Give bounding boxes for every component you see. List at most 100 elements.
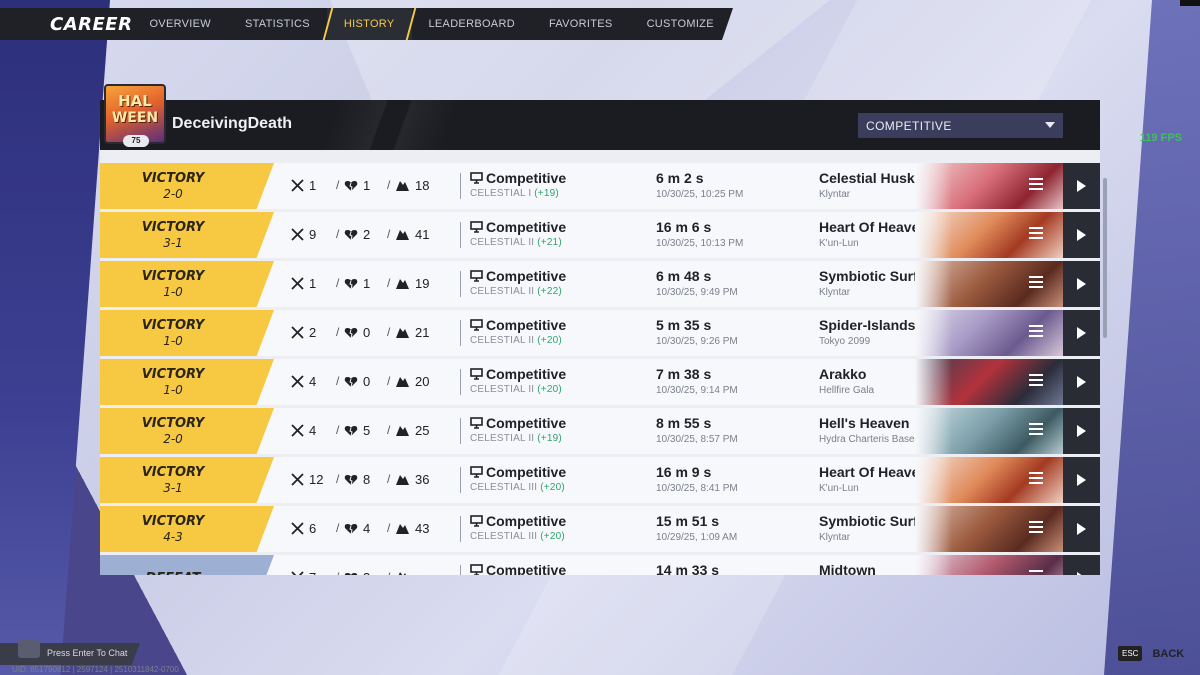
replay-play-button[interactable] [1063, 457, 1100, 503]
crossed-swords-icon [291, 473, 304, 486]
match-row[interactable]: VICTORY 3-1 12 / 8 / 36 Competitive CELE… [100, 457, 1100, 503]
replay-play-button[interactable] [1063, 408, 1100, 454]
replay-play-button[interactable] [1063, 310, 1100, 356]
kills-stat: 1 [291, 178, 316, 193]
tab-achievements[interactable]: ACHIEVEMENTS [731, 8, 733, 40]
mode-filter-value: COMPETITIVE [866, 118, 952, 133]
menu-icon[interactable] [1029, 227, 1043, 241]
map-region: Hydra Charteris Base [819, 434, 915, 445]
match-row[interactable]: VICTORY 3-1 9 / 2 / 41 Competitive CELES… [100, 212, 1100, 258]
map-region: Hellfire Gala [819, 385, 875, 396]
match-datetime: 10/30/25, 8:57 PM [656, 434, 738, 445]
deaths-value: 2 [363, 227, 371, 242]
mode-name: Competitive [486, 219, 567, 235]
tab-overview[interactable]: OVERVIEW [132, 8, 228, 40]
kills-stat: 4 [291, 423, 316, 438]
match-row[interactable]: VICTORY 4-3 6 / 4 / 43 Competitive CELES… [100, 506, 1100, 552]
helping-hand-icon [398, 572, 406, 575]
menu-icon[interactable] [1029, 521, 1043, 535]
stat-separator: / [387, 227, 391, 241]
map-name: Celestial Husk [819, 170, 915, 186]
crossed-swords-icon [291, 424, 304, 437]
replay-play-button[interactable] [1063, 555, 1100, 575]
match-result: VICTORY 2-0 [100, 163, 274, 209]
replay-play-button[interactable] [1063, 359, 1100, 405]
result-label: VICTORY [141, 220, 205, 235]
tab-leaderboard[interactable]: LEADERBOARD [412, 8, 532, 40]
deaths-stat: 0 [344, 374, 370, 389]
header-decoration [320, 100, 460, 150]
replay-play-button[interactable] [1063, 212, 1100, 258]
match-row[interactable]: VICTORY 1-0 4 / 0 / 20 Competitive CELES… [100, 359, 1100, 405]
helping-hand-icon [396, 230, 409, 240]
duration-value: 7 m 38 s [656, 366, 712, 382]
deaths-stat: 2 [344, 227, 370, 242]
stat-separator: / [387, 472, 391, 486]
tab-statistics[interactable]: STATISTICS [228, 8, 327, 40]
menu-icon[interactable] [1029, 570, 1043, 575]
monitor-icon [470, 417, 483, 429]
avatar-text: HAL [118, 92, 152, 110]
assists-value: 43 [415, 521, 430, 536]
match-row[interactable]: VICTORY 1-0 1 / 1 / 19 Competitive CELES… [100, 261, 1100, 307]
match-row[interactable]: VICTORY 2-0 1 / 1 / 18 Competitive CELES… [100, 163, 1100, 209]
match-duration: 16 m 6 s 10/30/25, 10:13 PM [656, 219, 743, 249]
stat-separator: / [387, 521, 391, 535]
replay-play-button[interactable] [1063, 261, 1100, 307]
assists-stat: 20 [395, 374, 429, 389]
result-label: VICTORY [141, 465, 205, 480]
deaths-stat: 4 [344, 521, 370, 536]
result-score: 3-1 [163, 236, 183, 250]
match-mode: Competitive CELESTIAL II (+22) [470, 268, 566, 297]
tab-history[interactable]: HISTORY [326, 8, 412, 40]
map-name: Arakko [819, 366, 867, 382]
menu-icon[interactable] [1029, 374, 1043, 388]
rank-name: CELESTIAL II [470, 433, 535, 444]
deaths-stat: 1 [344, 276, 370, 291]
match-mode: Competitive [470, 562, 566, 575]
assists-value: 21 [415, 325, 430, 340]
monitor-icon [470, 270, 483, 282]
match-row[interactable]: VICTORY 2-0 4 / 5 / 25 Competitive CELES… [100, 408, 1100, 454]
mode-name: Competitive [486, 464, 567, 480]
assists-value: 36 [415, 472, 430, 487]
stat-separator: / [336, 276, 340, 290]
play-icon [1077, 278, 1086, 290]
menu-icon[interactable] [1029, 178, 1043, 192]
rank-delta: (+21) [537, 237, 562, 248]
scrollbar[interactable] [1103, 178, 1107, 338]
fps-counter: 119 FPS [1139, 132, 1182, 144]
tab-favorites[interactable]: FAVORITES [532, 8, 630, 40]
assists-value: 41 [415, 227, 430, 242]
duration-value: 6 m 2 s [656, 170, 704, 186]
tab-customize[interactable]: CUSTOMIZE [630, 8, 731, 40]
duration-value: 16 m 6 s [656, 219, 712, 235]
monitor-icon [470, 515, 483, 527]
stat-separator: / [387, 374, 391, 388]
menu-icon[interactable] [1029, 325, 1043, 339]
monitor-icon [470, 368, 483, 380]
match-duration: 15 m 51 s 10/29/25, 1:09 AM [656, 513, 737, 543]
crossed-swords-icon [291, 571, 304, 575]
back-button[interactable]: ESC BACK [1118, 646, 1184, 661]
duration-value: 8 m 55 s [656, 415, 712, 431]
deaths-value: 0 [363, 325, 371, 340]
play-icon [1077, 474, 1086, 486]
match-row[interactable]: VICTORY 1-0 2 / 0 / 21 Competitive CELES… [100, 310, 1100, 356]
broken-heart-icon [344, 180, 358, 191]
chat-prompt: Press Enter To Chat [47, 648, 128, 658]
match-row[interactable]: DEFEAT 7 / 3 / Competitive 14 m 33 s [100, 555, 1100, 575]
replay-play-button[interactable] [1063, 506, 1100, 552]
match-datetime: 10/30/25, 9:49 PM [656, 287, 738, 298]
menu-icon[interactable] [1029, 423, 1043, 437]
menu-icon[interactable] [1029, 472, 1043, 486]
mode-filter-dropdown[interactable]: COMPETITIVE [858, 113, 1063, 138]
assists-stat: 25 [395, 423, 429, 438]
mode-name: Competitive [486, 268, 567, 284]
rank-name: CELESTIAL II [470, 237, 535, 248]
replay-play-button[interactable] [1063, 163, 1100, 209]
menu-icon[interactable] [1029, 276, 1043, 290]
play-icon [1077, 425, 1086, 437]
match-duration: 6 m 2 s 10/30/25, 10:25 PM [656, 170, 743, 200]
column-divider [460, 565, 461, 575]
